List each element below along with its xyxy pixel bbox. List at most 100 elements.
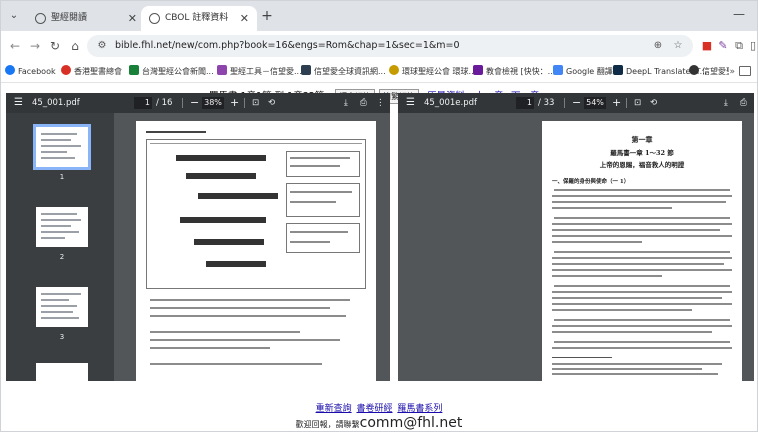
bookmark-global-bible[interactable]: 環球聖經公會 環球... [389,64,476,80]
bookmark-church-review[interactable]: 教會檢視 [快快：... [473,64,555,80]
download-icon[interactable]: ⤓ [344,93,348,113]
bookmark-label: 香港聖書總會 [74,67,122,76]
tab-search-icon[interactable]: ⌄ [7,9,21,23]
site-icon [129,65,139,75]
doc-heading-range: 羅馬書一章 1～32 節 [610,149,674,157]
toolbar-divider [564,98,565,108]
folder-icon[interactable] [739,66,751,76]
bookmark-label: Facebook [18,67,56,76]
page-total: / 16 [156,98,173,108]
back-icon[interactable]: ← [7,38,23,54]
thumbnail-page-number: 3 [59,333,65,341]
sidebar-menu-icon[interactable]: ☰ [406,93,415,113]
close-icon[interactable]: ✕ [128,6,137,31]
tab-title: CBOL 註釋資料 [165,13,229,23]
zoom-out-icon[interactable]: − [190,93,199,113]
minimize-button[interactable]: — [733,7,745,21]
extension-icon[interactable]: ■ [699,38,715,54]
tab-title: 聖經閱讀 [51,13,88,23]
pen-extension-icon[interactable]: ✎ [715,38,731,54]
reload-icon[interactable]: ↻ [47,38,63,54]
new-tab-button[interactable]: + [259,9,275,25]
browser-window: ⌄ 聖經閱讀 ✕ CBOL 註釋資料 ✕ + — ← → ↻ ⌂ ⚙ bible… [0,0,758,432]
site-icon [301,65,311,75]
bookmark-bible-tools[interactable]: 聖經工具－信望愛... [217,64,302,80]
page-thumbnail[interactable] [36,363,88,381]
pdf-filename: 45_001.pdf [32,98,80,108]
print-icon[interactable]: ⎙ [740,93,747,113]
contact-email: comm@fhl.net [359,415,463,431]
translate-icon[interactable]: ⊕ [651,39,665,53]
fit-page-icon[interactable]: ⊡ [634,93,641,113]
page-thumbnail[interactable] [36,287,88,327]
tab-cbol-commentary[interactable]: CBOL 註釋資料 ✕ [141,6,257,31]
zoom-in-icon[interactable]: + [612,93,621,113]
globe-icon [35,13,46,24]
tab-strip: ⌄ 聖經閱讀 ✕ CBOL 註釋資料 ✕ + — [1,1,757,31]
address-bar[interactable]: ⚙ bible.fhl.net/new/com.php?book=16&engs… [87,35,693,57]
zoom-input[interactable]: 38% [202,97,224,109]
doc-section-heading: 一、保羅的身份與使命（一 1） [552,179,630,185]
bookmark-hk-bible-society[interactable]: 香港聖書總會 [61,64,122,80]
thumbnail-sidebar: 1 2 3 [6,113,114,381]
contact-prefix: 歡迎回報，請聯繫 [295,420,360,429]
footer-contact: 歡迎回報，請聯繫comm@fhl.net [1,412,757,431]
page-number-input[interactable]: 1 [134,97,152,109]
page-total: / 33 [538,98,555,108]
tab-bible-reading[interactable]: 聖經閱讀 ✕ [27,6,145,31]
bookmark-label: 環球聖經公會 環球... [402,67,477,76]
facebook-icon [5,65,15,75]
bookmark-label: 台灣聖經公會新聞... [142,67,214,76]
zoom-in-icon[interactable]: + [230,93,239,113]
page-thumbnail[interactable] [36,207,88,247]
bookmarks-more-button[interactable]: » [729,64,735,80]
bookmark-fhl-bible[interactable]: 信望愛聖經... [689,64,729,80]
pdf-viewer-right[interactable]: ☰ 45_001e.pdf 1 / 33 − 54% + ⊡ ⟲ ⤓ ⎙ 第一章… [398,93,754,381]
toolbar-divider [244,98,245,108]
sidebar-menu-icon[interactable]: ☰ [14,93,23,113]
forward-icon[interactable]: → [27,38,43,54]
more-options-icon[interactable]: ⋮ [376,93,385,113]
doc-heading-chapter: 第一章 [631,135,653,144]
bookmark-label: 信望愛全球資訊網... [314,67,386,76]
bookmark-facebook[interactable]: Facebook [5,64,56,80]
url-text[interactable]: bible.fhl.net/new/com.php?book=16&engs=R… [115,35,460,57]
pdf-toolbar: ☰ 45_001e.pdf 1 / 33 − 54% + ⊡ ⟲ ⤓ ⎙ [398,93,754,113]
bookmark-star-icon[interactable]: ☆ [671,39,685,53]
zoom-out-icon[interactable]: − [572,93,581,113]
deepl-icon [613,65,623,75]
site-icon [217,65,227,75]
pdf-page [136,121,376,381]
side-panel-icon[interactable]: ▯ [745,38,758,54]
page-thumbnail[interactable] [33,124,91,170]
toolbar-divider [182,98,183,108]
page-content: 羅馬書 1章1節 到 1章32節 經文切換 簡繁切換 原景資料 上一章 下一章 … [1,83,757,431]
print-icon[interactable]: ⎙ [360,93,367,113]
bookmark-label: 聖經工具－信望愛... [230,67,302,76]
google-translate-icon [553,65,563,75]
bookmark-google-translate[interactable]: Google 翻譯 [553,64,613,80]
page-number-input[interactable]: 1 [516,97,534,109]
rotate-icon[interactable]: ⟲ [650,93,657,113]
bookmark-label: 信望愛聖經... [702,67,729,76]
bookmark-fhl-global[interactable]: 信望愛全球資訊網... [301,64,386,80]
zoom-input[interactable]: 54% [584,97,606,109]
pdf-toolbar: ☰ 45_001.pdf 1 / 16 − 38% + ⊡ ⟲ ⤓ ⎙ ⋮ [6,93,390,113]
bookmark-tw-bible-news[interactable]: 台灣聖經公會新聞... [129,64,214,80]
bookmark-label: Google 翻譯 [566,67,613,76]
rotate-icon[interactable]: ⟲ [268,93,275,113]
bookmarks-bar: Facebook 香港聖書總會 台灣聖經公會新聞... 聖經工具－信望愛... … [1,61,757,83]
browser-toolbar: ← → ↻ ⌂ ⚙ bible.fhl.net/new/com.php?book… [1,31,757,61]
site-icon [61,65,71,75]
pdf-viewer-left[interactable]: ☰ 45_001.pdf 1 / 16 − 38% + ⊡ ⟲ ⤓ ⎙ ⋮ 1 [6,93,390,381]
site-info-icon[interactable]: ⚙ [95,39,109,53]
download-icon[interactable]: ⤓ [724,93,728,113]
doc-heading-subtitle: 上帝的恩賜，福音救人的明證 [599,161,685,169]
fit-page-icon[interactable]: ⊡ [252,93,259,113]
pdf-filename: 45_001e.pdf [424,98,478,108]
thumbnail-page-number: 1 [59,173,65,181]
close-icon[interactable]: ✕ [240,6,249,31]
home-icon[interactable]: ⌂ [67,38,83,54]
site-icon [689,65,699,75]
site-icon [389,65,399,75]
